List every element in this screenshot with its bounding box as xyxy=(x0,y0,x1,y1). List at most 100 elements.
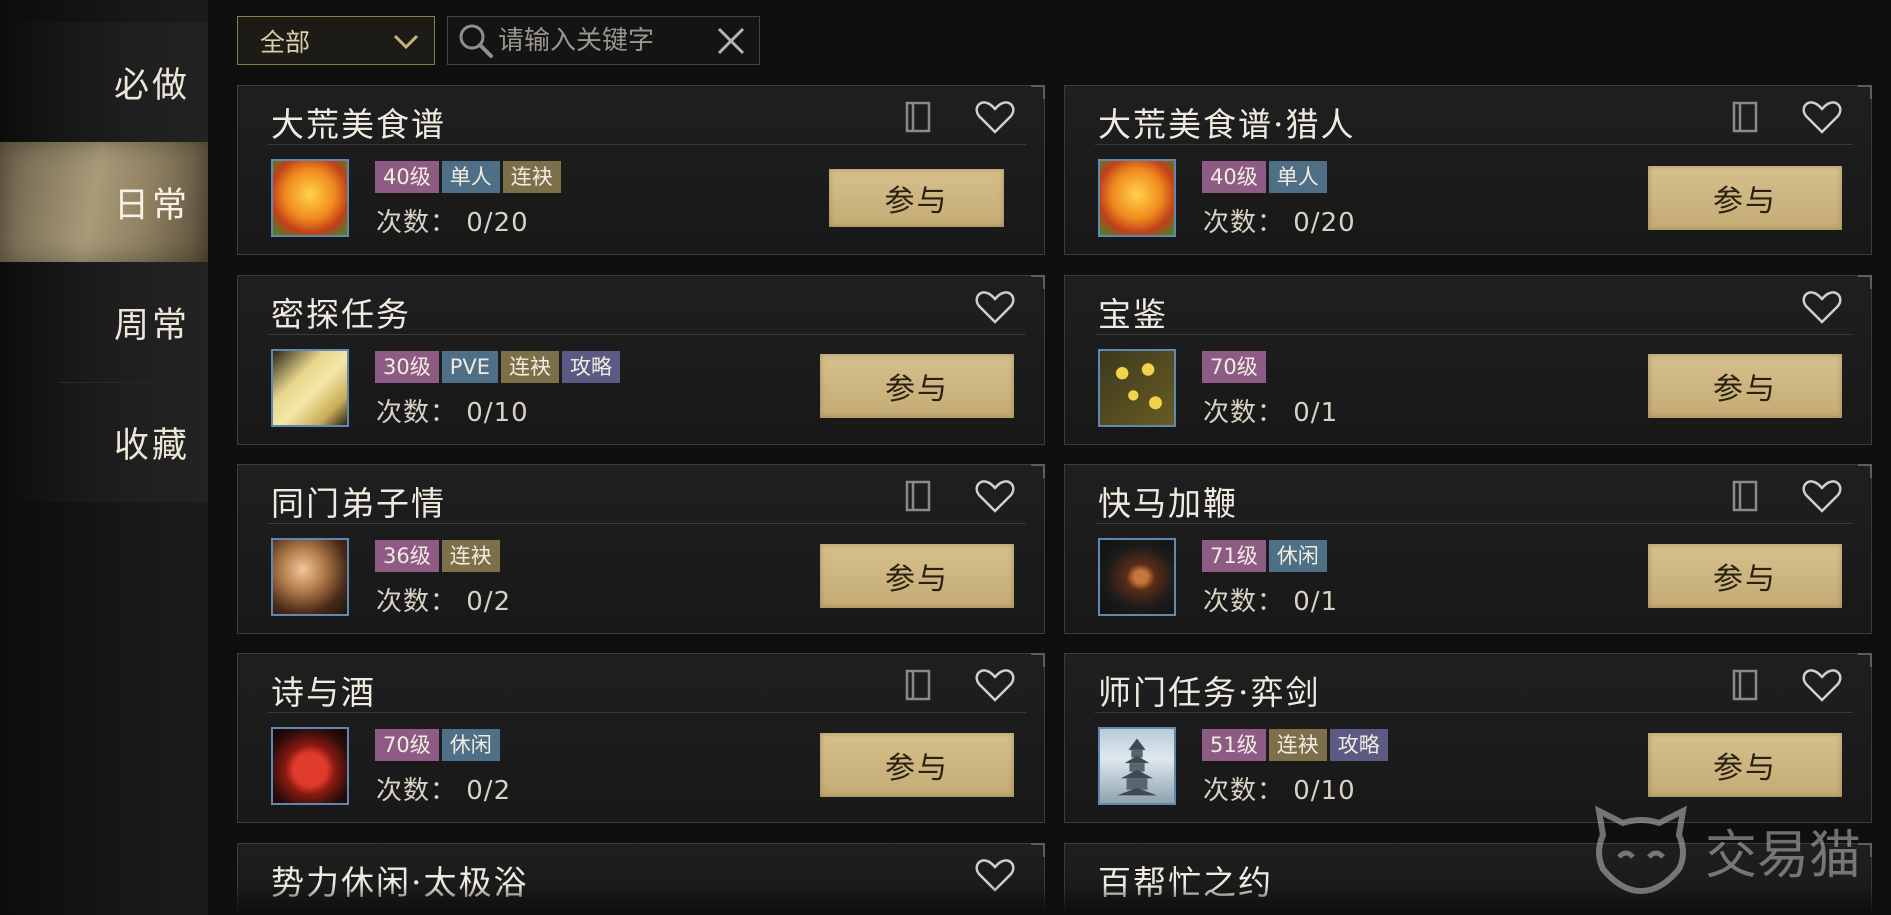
guide-book-icon[interactable] xyxy=(900,99,936,135)
level-tag: 70级 xyxy=(375,729,439,761)
card-corner xyxy=(1031,653,1045,667)
divider xyxy=(1095,334,1853,335)
sidebar-item-weekly[interactable]: 周常 xyxy=(0,262,208,382)
guide-book-icon[interactable] xyxy=(1727,667,1763,703)
sidebar: 必做 日常 周常 收藏 xyxy=(0,0,208,915)
sidebar-item-favorites[interactable]: 收藏 xyxy=(0,382,208,502)
activity-title: 大荒美食谱 xyxy=(271,105,446,144)
cat-logo-icon xyxy=(1595,805,1687,895)
tag-group: 30级 PVE 连袂 攻略 xyxy=(375,351,621,383)
sidebar-item-label: 周常 xyxy=(113,305,190,346)
activity-card: 大荒美食谱·猎人 40级 单人 次数： 0/20 参与 xyxy=(1064,85,1872,255)
guide-book-icon[interactable] xyxy=(900,478,936,514)
level-tag: 71级 xyxy=(1202,540,1266,572)
sidebar-item-label: 必做 xyxy=(113,65,190,106)
favorite-heart-icon[interactable] xyxy=(974,288,1016,326)
scroll-icon xyxy=(271,349,349,427)
divider xyxy=(268,334,1026,335)
type-tag: 连袂 xyxy=(501,351,560,383)
gold-coins-icon xyxy=(1098,349,1176,427)
participate-button[interactable]: 参与 xyxy=(820,544,1014,608)
activity-card: 大荒美食谱 40级 单人 连袂 次数： 0/20 参与 xyxy=(237,85,1045,255)
tag-group: 71级 休闲 xyxy=(1202,540,1327,572)
category-filter-dropdown[interactable]: 全部 xyxy=(237,16,435,65)
tag-group: 70级 xyxy=(1202,351,1266,383)
participate-button[interactable]: 参与 xyxy=(829,169,1004,227)
activity-title: 师门任务·弈剑 xyxy=(1098,673,1321,712)
attempt-count: 次数： 0/2 xyxy=(376,776,512,806)
favorite-heart-icon[interactable] xyxy=(974,477,1016,515)
tag-group: 51级 连袂 攻略 xyxy=(1202,729,1388,761)
search-box xyxy=(447,16,760,65)
activity-title: 密探任务 xyxy=(271,295,411,334)
attempt-count: 次数： 0/20 xyxy=(1203,208,1356,238)
search-icon xyxy=(459,24,493,58)
favorite-heart-icon[interactable] xyxy=(974,666,1016,704)
close-icon[interactable] xyxy=(711,21,751,61)
type-tag: 休闲 xyxy=(441,729,500,761)
participate-button[interactable]: 参与 xyxy=(820,733,1014,797)
chevron-down-icon xyxy=(393,34,419,50)
tag-group: 70级 休闲 xyxy=(375,729,500,761)
type-tag: 单人 xyxy=(1268,161,1327,193)
search-input[interactable] xyxy=(498,25,711,56)
favorite-heart-icon[interactable] xyxy=(1801,477,1843,515)
sidebar-item-label: 收藏 xyxy=(113,425,190,466)
tag-group: 40级 单人 xyxy=(1202,161,1327,193)
activity-card: 快马加鞭 71级 休闲 次数： 0/1 参与 xyxy=(1064,464,1872,634)
participate-button[interactable]: 参与 xyxy=(1648,733,1842,797)
whip-icon xyxy=(1098,538,1176,616)
sidebar-item-must-do[interactable]: 必做 xyxy=(0,22,208,142)
activity-title: 诗与酒 xyxy=(271,673,376,712)
activity-card: 师门任务·弈剑 51级 连袂 攻略 次数： 0/10 参与 xyxy=(1064,653,1872,823)
food-dish-icon xyxy=(271,159,349,237)
level-tag: 51级 xyxy=(1202,729,1266,761)
favorite-heart-icon[interactable] xyxy=(1801,288,1843,326)
activity-card: 同门弟子情 36级 连袂 次数： 0/2 参与 xyxy=(237,464,1045,634)
level-tag: 36级 xyxy=(375,540,439,572)
dropdown-selected-value: 全部 xyxy=(260,27,311,57)
level-tag: 70级 xyxy=(1202,351,1266,383)
activity-card: 密探任务 30级 PVE 连袂 攻略 次数： 0/10 参与 xyxy=(237,275,1045,445)
divider xyxy=(268,712,1026,713)
card-corner xyxy=(1858,464,1872,478)
participate-button[interactable]: 参与 xyxy=(1648,166,1842,230)
activity-title: 同门弟子情 xyxy=(271,484,446,523)
card-corner xyxy=(1031,85,1045,99)
type-tag: PVE xyxy=(441,351,499,383)
attempt-count: 次数： 0/1 xyxy=(1203,398,1339,428)
divider xyxy=(1095,144,1853,145)
tag-group: 36级 连袂 xyxy=(375,540,500,572)
favorite-heart-icon[interactable] xyxy=(1801,666,1843,704)
participate-button[interactable]: 参与 xyxy=(1648,544,1842,608)
watermark-text: 交易猫 xyxy=(1704,825,1861,886)
pagoda-icon xyxy=(1098,727,1176,805)
type-tag: 休闲 xyxy=(1268,540,1327,572)
activity-card: 宝鉴 70级 次数： 0/1 参与 xyxy=(1064,275,1872,445)
divider xyxy=(268,523,1026,524)
attempt-count: 次数： 0/2 xyxy=(376,587,512,617)
portrait-icon xyxy=(271,538,349,616)
sidebar-item-daily[interactable]: 日常 xyxy=(0,142,208,262)
sidebar-item-label: 日常 xyxy=(113,185,190,226)
divider xyxy=(1095,523,1853,524)
guide-book-icon[interactable] xyxy=(900,667,936,703)
participate-button[interactable]: 参与 xyxy=(820,354,1014,418)
pagoda-shape xyxy=(1117,738,1157,796)
activity-title: 快马加鞭 xyxy=(1098,484,1238,523)
attempt-count: 次数： 0/10 xyxy=(376,398,529,428)
card-corner xyxy=(1031,843,1045,857)
activity-card: 诗与酒 70级 休闲 次数： 0/2 参与 xyxy=(237,653,1045,823)
favorite-heart-icon[interactable] xyxy=(1801,98,1843,136)
type-tag: 单人 xyxy=(441,161,500,193)
guide-book-icon[interactable] xyxy=(1727,478,1763,514)
food-dish-icon xyxy=(1098,159,1176,237)
favorite-heart-icon[interactable] xyxy=(974,98,1016,136)
type-tag: 连袂 xyxy=(441,540,500,572)
attempt-count: 次数： 0/1 xyxy=(1203,587,1339,617)
divider xyxy=(268,144,1026,145)
participate-button[interactable]: 参与 xyxy=(1648,354,1842,418)
guide-book-icon[interactable] xyxy=(1727,99,1763,135)
type-tag: 连袂 xyxy=(502,161,561,193)
card-corner xyxy=(1031,275,1045,289)
